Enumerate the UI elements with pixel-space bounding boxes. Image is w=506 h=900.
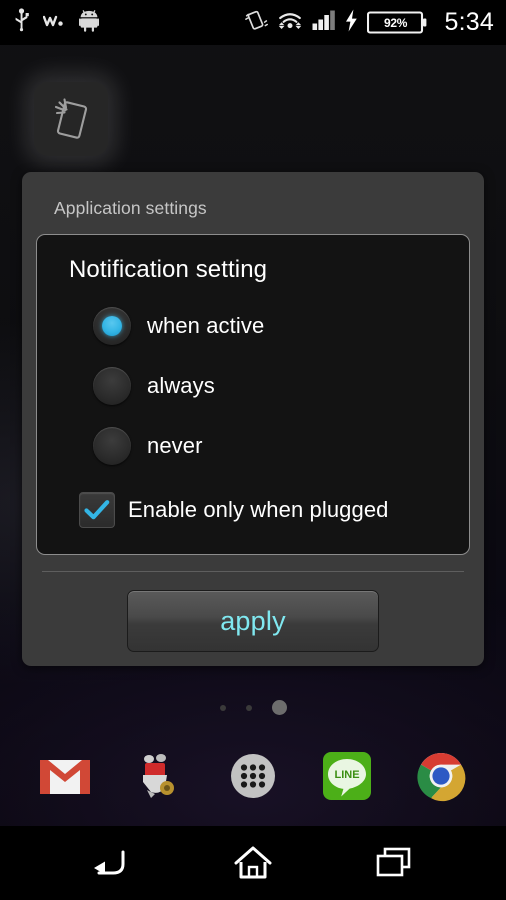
radio-option-when-active[interactable]: when active <box>55 296 451 356</box>
wifi-icon <box>277 10 303 36</box>
battery-percent-label: 92% <box>383 15 408 30</box>
checkbox-label: Enable only when plugged <box>128 497 389 522</box>
radio-dot <box>102 316 122 336</box>
chrome-icon[interactable] <box>411 746 471 806</box>
apply-button[interactable]: apply <box>127 590 379 652</box>
radio-option-always[interactable]: always <box>55 356 451 416</box>
status-clock: 5:34 <box>444 8 494 36</box>
status-bar-left-icons <box>14 8 99 37</box>
dialog-title: Application settings <box>54 198 207 218</box>
page-dot-active[interactable] <box>271 700 287 715</box>
usb-icon <box>14 8 29 37</box>
battery-icon: 92% <box>366 10 427 35</box>
line-icon[interactable]: LINE <box>317 746 377 806</box>
home-button[interactable] <box>214 837 292 889</box>
android-home-screen: 92% 5:34 Application settings Notificati… <box>0 0 506 900</box>
radio-label-when-active: when active <box>147 313 265 338</box>
scooter-app-icon[interactable] <box>129 746 189 806</box>
status-bar-right-icons: 92% 5:34 <box>244 8 494 37</box>
vibrate-icon <box>244 8 268 37</box>
radio-button-selected-icon[interactable] <box>93 307 131 345</box>
shake-phone-widget-icon[interactable] <box>34 82 108 156</box>
panel-heading: Notification setting <box>69 256 268 283</box>
radio-button-unselected-icon[interactable] <box>93 367 131 405</box>
page-indicator <box>0 700 506 715</box>
radio-label-never: never <box>147 433 203 458</box>
cellular-signal-icon <box>312 10 336 36</box>
svg-text:LINE: LINE <box>334 769 359 781</box>
radio-label-always: always <box>147 373 215 398</box>
charging-bolt-icon <box>345 9 358 37</box>
page-dot[interactable] <box>219 704 226 711</box>
page-dot[interactable] <box>245 704 252 711</box>
dock: LINE <box>0 738 506 814</box>
recents-button[interactable] <box>356 837 434 889</box>
dialog-actions: apply <box>36 572 470 652</box>
back-button[interactable] <box>72 837 150 889</box>
walkman-icon <box>42 12 65 34</box>
checkbox-enable-only-when-plugged[interactable]: Enable only when plugged <box>55 476 451 532</box>
app-drawer-icon[interactable] <box>223 746 283 806</box>
status-bar: 92% 5:34 <box>0 0 506 45</box>
android-robot-icon <box>79 9 99 37</box>
notification-settings-panel: Notification setting when active always … <box>36 234 470 555</box>
checkbox-checked-icon[interactable] <box>79 492 115 528</box>
navigation-bar <box>0 826 506 900</box>
gmail-icon[interactable] <box>35 746 95 806</box>
application-settings-dialog: Application settings Notification settin… <box>22 172 484 666</box>
radio-button-unselected-icon[interactable] <box>93 427 131 465</box>
radio-option-never[interactable]: never <box>55 416 451 476</box>
